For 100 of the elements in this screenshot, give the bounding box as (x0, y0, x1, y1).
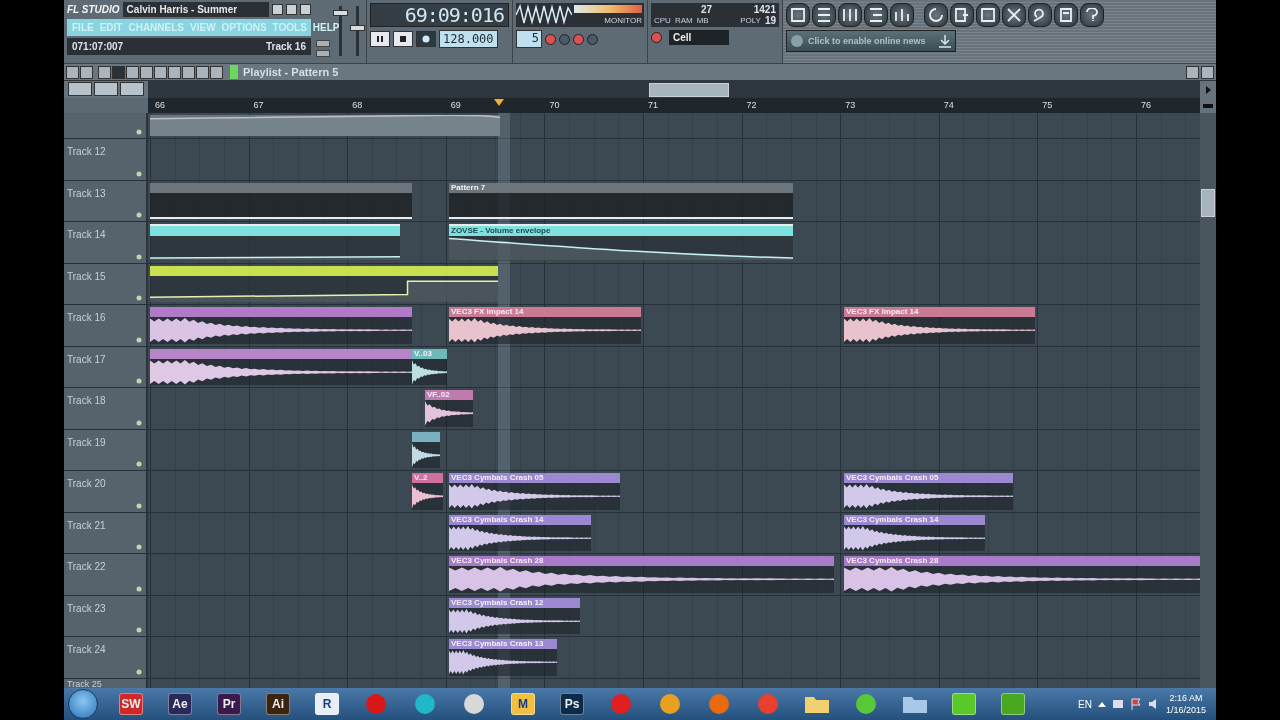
mute-led-icon[interactable] (136, 419, 142, 426)
horizontal-scrollbar[interactable] (148, 81, 1200, 98)
led-icon[interactable] (573, 33, 584, 45)
track-name[interactable]: Track 17 (67, 353, 106, 365)
view-button[interactable] (68, 82, 92, 96)
pattern-clip[interactable]: Pattern 7 (449, 182, 793, 219)
language-indicator[interactable]: EN (1078, 698, 1092, 710)
led-icon[interactable] (559, 33, 570, 45)
mute-led-icon[interactable] (136, 212, 142, 218)
led-icon[interactable] (545, 33, 556, 45)
track-name[interactable]: Track 13 (67, 187, 106, 199)
mute-led-icon[interactable] (136, 544, 142, 550)
toolbar-button[interactable] (1028, 3, 1052, 27)
flag-icon[interactable] (1129, 698, 1142, 710)
track-header[interactable]: Track 14 (64, 222, 148, 263)
toolbar-button[interactable] (864, 3, 888, 27)
track-header[interactable]: Track 18 (64, 388, 148, 429)
taskbar-button[interactable]: Ai (256, 689, 300, 719)
automation-clip[interactable] (150, 115, 500, 136)
taskbar-button[interactable]: Pr (207, 689, 251, 719)
stop-button[interactable] (393, 31, 413, 47)
drag-grip[interactable] (230, 65, 238, 79)
mute-led-icon[interactable] (136, 502, 142, 509)
mute-led-icon[interactable] (136, 378, 142, 384)
pause-button[interactable] (370, 31, 390, 47)
menu-item[interactable]: HELP (312, 22, 340, 33)
mute-led-icon[interactable] (136, 129, 142, 135)
mute-led-icon[interactable] (136, 170, 142, 177)
scroll-thumb[interactable] (1201, 189, 1215, 217)
track-header[interactable]: Track 23 (64, 595, 148, 636)
close-button[interactable] (300, 4, 311, 15)
mute-led-icon[interactable] (136, 627, 142, 633)
automation-clip[interactable] (150, 265, 498, 302)
track-header[interactable]: Track 19 (64, 429, 148, 470)
slider-thumb[interactable] (350, 24, 365, 31)
pattern-selector[interactable]: 5 (516, 30, 542, 48)
taskbar-button[interactable]: M (501, 689, 545, 719)
toolbar-button[interactable] (924, 3, 948, 27)
slider-thumb[interactable] (333, 9, 348, 16)
track-name[interactable]: Track 24 (67, 644, 106, 655)
track-name[interactable]: Track 22 (67, 561, 106, 572)
vertical-scrollbar[interactable] (1200, 113, 1216, 688)
track-lane[interactable]: VEC3 Cymbals Crash 28 VEC3 Cymbals Crash 28 (148, 554, 1200, 595)
toolbar-button[interactable] (1002, 3, 1026, 27)
audio-clip[interactable] (150, 348, 412, 385)
track-name[interactable]: Track 18 (67, 395, 106, 406)
close-button[interactable] (1201, 65, 1214, 79)
mute-led-icon[interactable] (136, 336, 142, 343)
record-button[interactable] (416, 31, 436, 47)
mute-led-icon[interactable] (136, 461, 142, 467)
toolbar-button[interactable] (950, 3, 974, 27)
taskbar-button[interactable]: R (305, 689, 349, 719)
restore-button[interactable] (1186, 65, 1199, 79)
toolbar-button[interactable] (890, 3, 914, 27)
taskbar-button[interactable]: SW (109, 689, 153, 719)
track-name[interactable]: Track 20 (67, 478, 106, 489)
audio-clip[interactable] (412, 431, 440, 468)
track-header[interactable]: Track 13 (64, 180, 148, 221)
track-name[interactable]: Track 19 (67, 436, 106, 448)
track-name[interactable]: Track 12 (67, 146, 106, 157)
minimize-button[interactable] (272, 4, 283, 15)
start-button[interactable] (68, 689, 98, 719)
news-field[interactable]: Click to enable online news (786, 30, 956, 52)
mute-led-icon[interactable] (136, 668, 142, 675)
mute-led-icon[interactable] (136, 295, 142, 301)
scroll-thumb[interactable] (649, 83, 729, 97)
small-button[interactable] (316, 40, 330, 47)
snap-dropdown[interactable]: Cell (669, 30, 729, 45)
mute-led-icon[interactable] (136, 253, 142, 260)
network-icon[interactable] (1111, 698, 1124, 710)
track-header[interactable]: Track 21 (64, 512, 148, 553)
track-name[interactable]: Track 16 (67, 312, 106, 323)
tempo-display[interactable]: 128.000 (439, 30, 498, 48)
track-name[interactable]: Track 14 (67, 229, 106, 240)
track-name[interactable]: Track 21 (67, 519, 106, 531)
small-button[interactable] (316, 50, 330, 57)
automation-clip[interactable] (150, 224, 400, 261)
track-name[interactable]: Track 23 (67, 602, 106, 614)
led-icon[interactable] (587, 33, 598, 45)
tray-arrow-icon[interactable] (1097, 701, 1106, 707)
track-header[interactable]: Track 22 (64, 554, 148, 595)
track-header[interactable]: Track 12 (64, 139, 148, 180)
audio-clip[interactable] (150, 307, 412, 344)
toolbar-button[interactable] (1054, 3, 1078, 27)
taskbar-button[interactable]: Ae (158, 689, 202, 719)
taskbar-button[interactable]: Ps (550, 689, 594, 719)
restore-button[interactable] (286, 4, 297, 15)
zoom-button[interactable] (1200, 98, 1216, 113)
toolbar-button[interactable] (786, 3, 810, 27)
mute-led-icon[interactable] (136, 585, 142, 592)
track-header[interactable]: Track 24 (64, 637, 148, 678)
scroll-right-button[interactable] (1200, 81, 1216, 98)
pattern-clip[interactable] (150, 182, 412, 219)
view-button[interactable] (94, 82, 118, 96)
toolbar-button[interactable] (976, 3, 1000, 27)
clock[interactable]: 2:16 AM 1/16/2015 (1165, 692, 1212, 716)
track-name[interactable]: Track 25 (67, 678, 102, 688)
playlist-title[interactable]: Playlist - Pattern 5 (243, 66, 339, 78)
track-header[interactable]: Track 17 (64, 346, 148, 387)
track-header[interactable]: Track 16 (64, 305, 148, 346)
